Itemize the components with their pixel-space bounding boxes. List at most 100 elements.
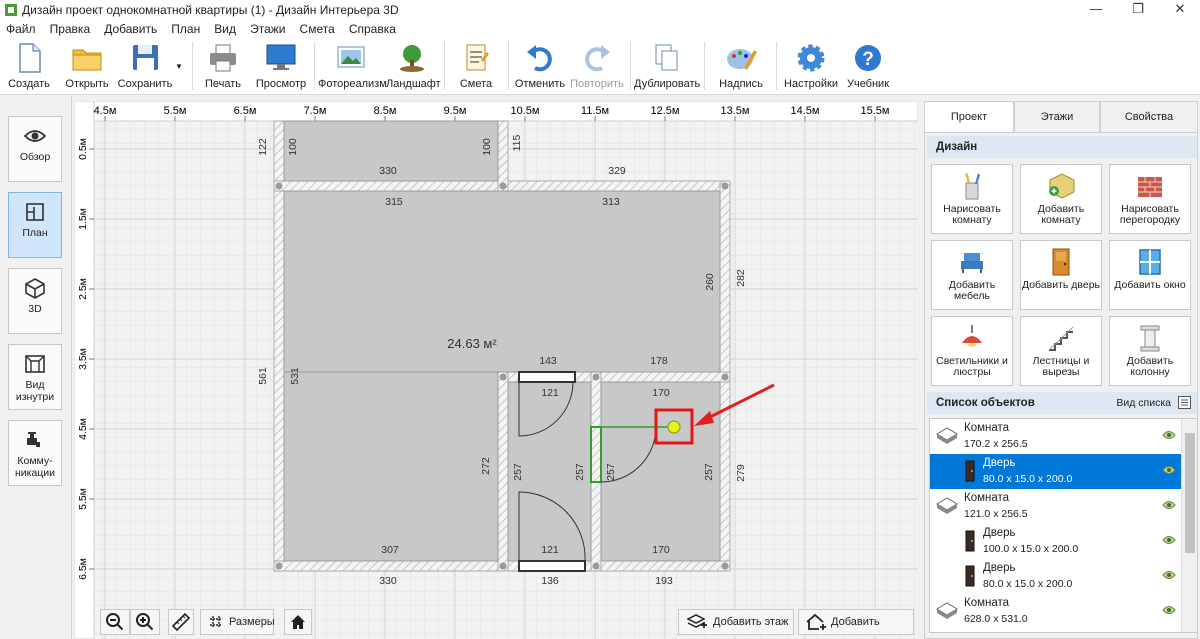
dimensions-button[interactable]: Размеры (200, 609, 275, 635)
ruler-y-label: 5.5м (77, 488, 89, 510)
floor-plan-drawing[interactable]: 4.5м 5.5м 6.5м 7.5м 8.5м 9.5м 10.5м 11.5… (74, 101, 918, 639)
tab-floors[interactable]: Этажи (1014, 101, 1100, 132)
close-icon[interactable]: ✕ (1157, 0, 1200, 20)
left-view-panel: Обзор План 3D Вид изнутри Комму-никации (0, 96, 72, 639)
scrollbar-thumb[interactable] (1185, 433, 1195, 553)
list-view-toggle[interactable]: Вид списка (1116, 392, 1171, 414)
brick-wall-icon (1138, 177, 1162, 197)
landscape-button[interactable]: Ландшафт (386, 40, 441, 92)
separator (630, 42, 631, 90)
draw-room-button[interactable]: Нарисовать комнату (931, 164, 1013, 234)
add-room-button[interactable]: Добавить комнату (1020, 164, 1102, 234)
tab-properties[interactable]: Свойства (1100, 101, 1198, 132)
save-button[interactable]: Сохранить (116, 40, 174, 92)
open-button[interactable]: Открыть (62, 40, 112, 92)
add-window-button[interactable]: Добавить окно (1109, 240, 1191, 310)
communications-button[interactable]: Комму-никации (8, 420, 62, 486)
svg-text:282: 282 (735, 269, 747, 287)
menu-edit[interactable]: Правка (44, 20, 96, 36)
ruler-x-label: 9.5м (444, 105, 467, 117)
stairs-button[interactable]: Лестницы и вырезы (1020, 316, 1102, 386)
redo-button[interactable]: Повторить (570, 40, 624, 92)
settings-button[interactable]: Настройки (784, 40, 838, 92)
list-item[interactable]: Комната 628.0 x 531.0 (930, 594, 1182, 629)
inside-view-button[interactable]: Вид изнутри (8, 344, 62, 410)
tab-project[interactable]: Проект (924, 101, 1014, 132)
ruler-x-label: 7.5м (304, 105, 327, 117)
draw-partition-button[interactable]: Нарисовать перегородку (1109, 164, 1191, 234)
print-button[interactable]: Печать (200, 40, 246, 92)
gear-icon (797, 44, 825, 72)
area-label: 24.63 м² (447, 336, 497, 351)
add-column-button[interactable]: Добавить колонну (1109, 316, 1191, 386)
eye-icon[interactable] (1162, 535, 1176, 545)
room-main-lower[interactable] (283, 371, 499, 562)
eye-icon[interactable] (1162, 430, 1176, 440)
ruler-y-label: 6.5м (77, 558, 89, 580)
menu-add[interactable]: Добавить (98, 20, 162, 36)
new-document-icon (19, 43, 41, 73)
room-main[interactable] (283, 190, 721, 373)
home-button[interactable] (284, 609, 312, 635)
menu-floors[interactable]: Этажи (244, 20, 290, 36)
list-item[interactable]: Дверь 100.0 x 15.0 x 200.0 (930, 524, 1182, 559)
floor-plan-icon (26, 203, 44, 221)
svg-text:531: 531 (289, 367, 301, 385)
view-3d-button[interactable]: 3D (8, 268, 62, 334)
eye-icon[interactable] (1162, 500, 1176, 510)
menu-plan[interactable]: План (165, 20, 205, 36)
estimate-button[interactable]: Смета (452, 40, 500, 92)
lights-button[interactable]: Светильники и люстры (931, 316, 1013, 386)
eye-icon[interactable] (1162, 605, 1176, 615)
ruler-y-label: 3.5м (77, 348, 89, 370)
list-scrollbar[interactable] (1181, 419, 1197, 632)
menu-view[interactable]: Вид (208, 20, 241, 36)
list-item[interactable]: Комната 121.0 x 256.5 (930, 489, 1182, 524)
duplicate-button[interactable]: Дублировать (634, 40, 700, 92)
door-icon (965, 460, 975, 482)
undo-button[interactable]: Отменить (514, 40, 566, 92)
ruler-y-label: 2.5м (77, 278, 89, 300)
svg-text:329: 329 (608, 165, 626, 177)
layers-add-icon (687, 614, 707, 628)
title-bar: Дизайн проект однокомнатной квартиры (1)… (0, 0, 1200, 20)
photorealism-button[interactable]: Фотореализм (318, 40, 387, 92)
door-icon (965, 530, 975, 552)
door-rotation-handle[interactable] (667, 420, 681, 434)
zoom-in-button[interactable] (130, 609, 160, 635)
eye-icon[interactable] (1162, 570, 1176, 580)
list-item-selected[interactable]: Дверь 80.0 x 15.0 x 200.0 (930, 454, 1182, 489)
list-view-icon[interactable] (1178, 396, 1191, 409)
eye-icon[interactable] (1162, 465, 1176, 475)
list-item[interactable]: Дверь 80.0 x 15.0 x 200.0 (930, 559, 1182, 594)
text-label-button[interactable]: Надпись (716, 40, 766, 92)
list-item[interactable]: Комната 170.2 x 256.5 (930, 419, 1182, 454)
eye-icon (23, 130, 47, 142)
plan-canvas[interactable]: 4.5м 5.5м 6.5м 7.5м 8.5м 9.5м 10.5м 11.5… (74, 101, 918, 639)
tutorial-button[interactable]: ? Учебник (844, 40, 892, 92)
preview-button[interactable]: Просмотр (254, 40, 308, 92)
minimize-icon[interactable]: — (1073, 0, 1119, 20)
menu-file[interactable]: Файл (0, 20, 41, 36)
tree-icon (400, 45, 424, 72)
add-door-button[interactable]: Добавить дверь (1020, 240, 1102, 310)
add-furniture-button[interactable]: Добавить мебель (931, 240, 1013, 310)
zoom-out-button[interactable] (100, 609, 130, 635)
ruler-button[interactable] (168, 609, 194, 635)
svg-text:279: 279 (735, 464, 747, 482)
maximize-icon[interactable]: ❐ (1115, 0, 1161, 20)
window-title: Дизайн проект однокомнатной квартиры (1)… (22, 3, 399, 17)
overview-button[interactable]: Обзор (8, 116, 62, 182)
save-dropdown-button[interactable]: ▼ (173, 40, 183, 92)
plan-button[interactable]: План (8, 192, 62, 258)
menu-help[interactable]: Справка (343, 20, 401, 36)
photo-icon (337, 46, 365, 68)
add-roof-button[interactable]: Добавить крышу (798, 609, 914, 635)
menu-estimate[interactable]: Смета (294, 20, 340, 36)
clipboard-list-icon (466, 44, 489, 71)
svg-text:307: 307 (381, 544, 399, 556)
svg-text:330: 330 (379, 575, 397, 587)
add-floor-button[interactable]: Добавить этаж (678, 609, 794, 635)
create-button[interactable]: Создать (4, 40, 54, 92)
svg-text:193: 193 (655, 575, 673, 587)
